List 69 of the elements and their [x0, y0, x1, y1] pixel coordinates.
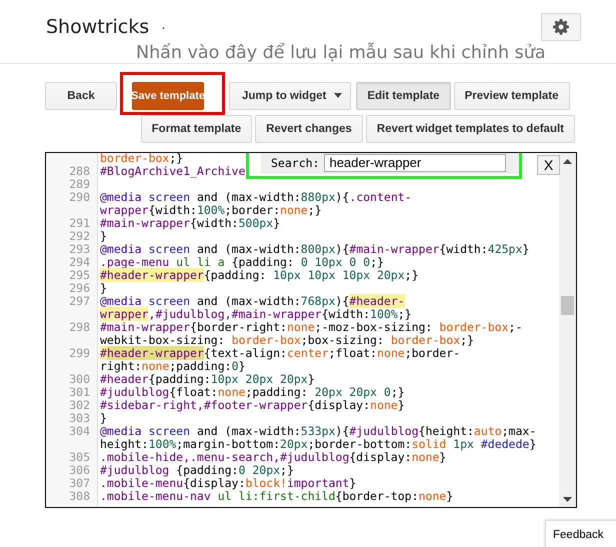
scrollbar-thumb[interactable]	[561, 296, 574, 315]
code-line: @media screen and (max-width:768px){#header-	[100, 294, 405, 308]
blog-title: Showtricks	[46, 16, 150, 38]
code-line: #main-wrapper{width:500px}	[100, 216, 280, 230]
caret-icon	[334, 93, 342, 98]
code-line: }	[100, 281, 107, 295]
search-label: Search:	[271, 156, 320, 170]
settings-icon	[553, 19, 569, 35]
line-number: 304	[69, 424, 90, 438]
toggle-button[interactable]: Preview template	[454, 82, 570, 110]
save-button[interactable]: Save template	[132, 82, 204, 110]
code-line: #sidebar-right,#footer-wrapper{display:none}	[100, 398, 405, 412]
settings-button[interactable]	[541, 13, 581, 41]
line-number: 290	[69, 190, 90, 204]
line-number: 288	[69, 164, 90, 178]
line-number: 302	[69, 398, 90, 412]
toolbar-button[interactable]: Back	[45, 82, 117, 110]
line-number: 300	[69, 372, 90, 386]
line-number: 306	[69, 463, 90, 477]
scrollbar[interactable]	[559, 153, 576, 507]
line-number: 293	[69, 242, 90, 256]
code-line: height:100%;margin-bottom:20px;border-bottom:solid 1px #dedede}	[100, 437, 536, 451]
code-line: #header-wrapper{padding: 10px 10px 10px 20px;}	[100, 268, 419, 282]
scroll-up-icon[interactable]	[563, 159, 572, 164]
line-number: 297	[69, 294, 90, 308]
code-line: @media screen and (max-width:533px){#judulblog{height:auto;max-	[100, 424, 536, 438]
code-line: }	[100, 229, 107, 243]
toolbar-button[interactable]: Format template	[140, 115, 252, 143]
code-line: wrapper,#judulblog,#main-wrapper{width:100%;}	[100, 307, 412, 321]
search-field[interactable]: header-wrapper	[324, 154, 506, 172]
feedback-button[interactable]: Feedback	[545, 520, 616, 547]
code-line: #main-wrapper{border-right:none;-moz-box-sizing: border-box;-	[100, 320, 522, 334]
toolbar-button[interactable]: Revert widget templates to default	[366, 115, 575, 143]
code-line: border-box;}	[100, 153, 184, 165]
code-line: webkit-box-sizing: border-box;box-sizing: border-box;}	[100, 333, 474, 347]
code-line: #header{padding:10px 20px 20px}	[100, 372, 315, 386]
code-line: @media screen and (max-width:800px){#main-wrapper{width:425px}	[100, 242, 530, 256]
code-line: .mobile-menu{display:block!important}	[100, 476, 356, 490]
code-line: right:none;padding:0}	[100, 359, 246, 373]
code-line: #BlogArchive1_Archive	[100, 164, 246, 178]
code-line: #judulblog{float:none;padding: 20px 20px 0;}	[100, 385, 405, 399]
line-number: 298	[69, 320, 90, 334]
toolbar-button[interactable]: Revert changes	[255, 115, 363, 143]
line-number: 292	[69, 229, 90, 243]
dropdown-button[interactable]: Jump to widget	[229, 82, 352, 110]
toggle-button[interactable]: Edit template	[356, 82, 451, 110]
line-number: 303	[69, 411, 90, 425]
close-button[interactable]: X	[537, 155, 560, 175]
code-line: .page-menu ul li a {padding: 0 10px 0 0;}	[100, 255, 384, 269]
line-number: 291	[69, 216, 90, 230]
line-number: 289	[69, 177, 90, 191]
line-number: 299	[69, 346, 90, 360]
code-line: wrapper{width:100%;border:none;}	[100, 203, 322, 217]
code-line: }	[100, 411, 107, 425]
code-line: #header-wrapper{text-align:center;float:none;border-	[100, 346, 460, 360]
line-number: 295	[69, 268, 90, 282]
line-number: 308	[69, 489, 90, 503]
line-number: 294	[69, 255, 90, 269]
scroll-down-icon[interactable]	[563, 497, 572, 502]
code-line: #judulblog {padding:0 20px;}	[100, 463, 294, 477]
code-line: @media screen and (max-width:880px){.content-	[100, 190, 412, 204]
line-number: 301	[69, 385, 90, 399]
separator-dot: ·	[161, 19, 166, 35]
line-number: 296	[69, 281, 90, 295]
code-line: .mobile-menu-nav ul li:first-child{border-top:none}	[100, 489, 454, 503]
code-line: .mobile-hide,.menu-search,#judulblog{display:none}	[100, 450, 446, 464]
annotation-text: Nhấn vào đây để lưu lại mẫu sau khi chỉnh sửa	[136, 43, 546, 63]
line-number: 307	[69, 476, 90, 490]
line-number: 305	[69, 450, 90, 464]
